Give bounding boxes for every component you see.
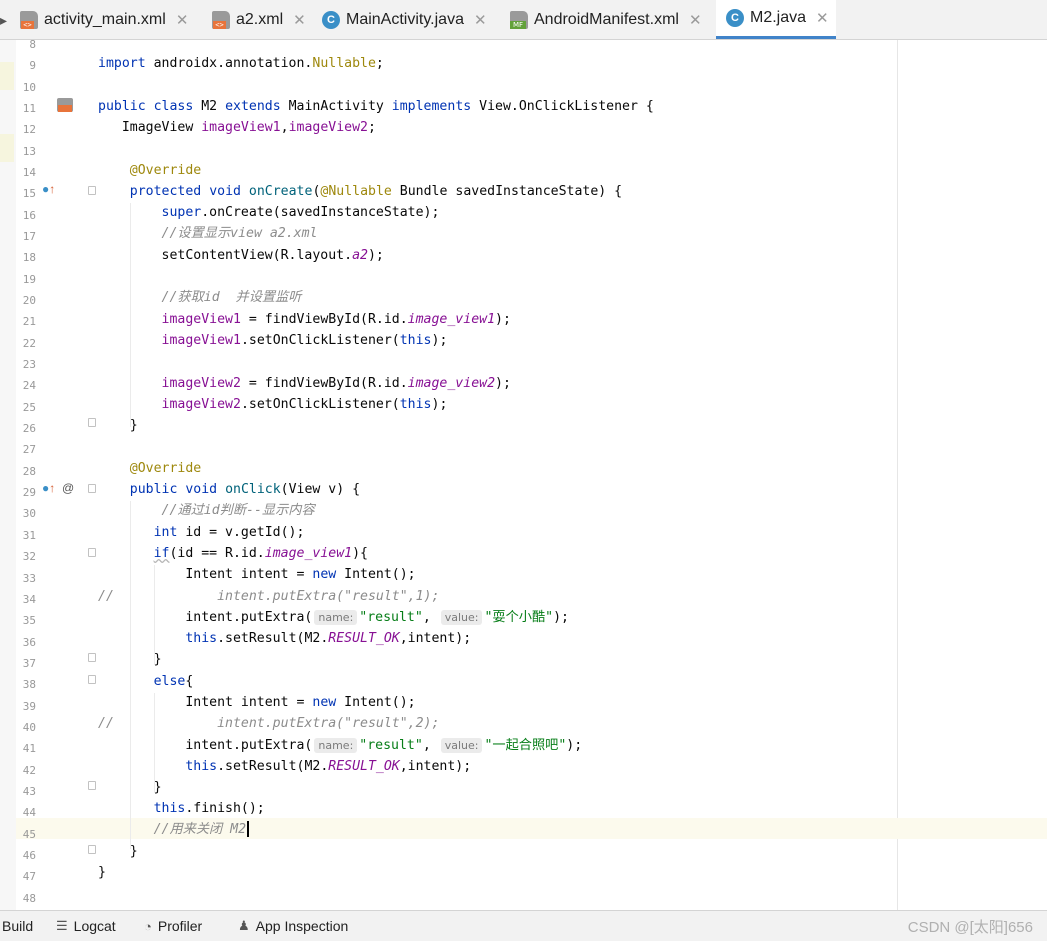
code-line-20: //获取id 并设置监听 xyxy=(0,287,1047,308)
code-line-37: } xyxy=(0,649,1047,670)
code-line-36: this.setResult(M2.RESULT_OK,intent); xyxy=(0,628,1047,649)
parameter-hint: value: xyxy=(441,610,483,625)
profiler-tool-button[interactable]: ◔ Profiler xyxy=(144,918,202,934)
tab-androidmanifest-xml[interactable]: AndroidManifest.xml ✕ xyxy=(510,0,702,39)
tab-label: activity_main.xml xyxy=(44,11,166,29)
code-line-14: @Override xyxy=(0,160,1047,181)
text-cursor xyxy=(247,821,249,837)
line-number: 23 xyxy=(16,354,36,375)
editor-tab-bar: ▸ activity_main.xml ✕ a2.xml ✕ MainActiv… xyxy=(0,0,1047,40)
close-icon[interactable]: ✕ xyxy=(689,11,702,29)
xml-file-icon xyxy=(20,11,38,29)
code-line-34: // intent.putExtra("result",1); xyxy=(0,586,1047,607)
watermark: CSDN @[太阳]656 xyxy=(908,916,1033,937)
code-line-25: imageView2.setOnClickListener(this); xyxy=(0,394,1047,415)
tab-label: MainActivity.java xyxy=(346,11,464,29)
parameter-hint: name: xyxy=(314,610,357,625)
code-line-42: this.setResult(M2.RESULT_OK,intent); xyxy=(0,756,1047,777)
code-editor[interactable]: ●↑ ●↑ @ 8 9 10 11 12 13 14 15 16 17 18 19 20 21 22 23 24… xyxy=(0,40,1047,910)
code-line-41: intent.putExtra(name: "result", value: "一起… xyxy=(0,735,1047,756)
code-line-12: ImageView imageView1,imageView2; xyxy=(0,117,1047,138)
code-line-17: //设置显示view a2.xml xyxy=(0,223,1047,244)
code-line-33: Intent intent = new Intent(); xyxy=(0,564,1047,585)
logcat-label: Logcat xyxy=(74,918,116,934)
tab-activity-main-xml[interactable]: activity_main.xml ✕ xyxy=(20,0,188,39)
code-line-35: intent.putExtra(name: "result", value: "耍个… xyxy=(0,607,1047,628)
code-line-29: public void onClick(View v) { xyxy=(0,479,1047,500)
code-line-11: public class M2 extends MainActivity imp… xyxy=(0,96,1047,117)
code-line-38: else{ xyxy=(0,671,1047,692)
close-icon[interactable]: ✕ xyxy=(474,11,487,29)
tab-mainactivity-java[interactable]: MainActivity.java ✕ xyxy=(322,0,487,39)
tool-window-bar: Build ☰ Logcat ◔ Profiler ♟ App Inspecti… xyxy=(0,910,1047,941)
logcat-icon: ☰ xyxy=(56,918,68,934)
tab-m2-java[interactable]: M2.java ✕ xyxy=(716,0,836,39)
close-icon[interactable]: ✕ xyxy=(293,11,306,29)
close-icon[interactable]: ✕ xyxy=(816,9,829,27)
manifest-file-icon xyxy=(510,11,528,29)
logcat-tool-button[interactable]: ☰ Logcat xyxy=(56,918,116,934)
code-line-28: @Override xyxy=(0,458,1047,479)
code-line-26: } xyxy=(0,415,1047,436)
tab-label: a2.xml xyxy=(236,11,283,29)
profiler-label: Profiler xyxy=(158,918,202,934)
app-inspection-tool-button[interactable]: ♟ App Inspection xyxy=(238,918,348,934)
code-line-39: Intent intent = new Intent(); xyxy=(0,692,1047,713)
line-number: 10 xyxy=(16,77,36,98)
profiler-icon: ◔ xyxy=(144,919,152,934)
line-number: 48 xyxy=(16,888,36,909)
code-line-46: } xyxy=(0,841,1047,862)
tab-scroll-left-icon[interactable]: ▸ xyxy=(0,12,7,29)
code-line-24: imageView2 = findViewById(R.id.image_vie… xyxy=(0,373,1047,394)
java-class-icon xyxy=(726,9,744,27)
app-inspection-label: App Inspection xyxy=(256,918,349,934)
code-line-44: this.finish(); xyxy=(0,798,1047,819)
line-number: 8 xyxy=(16,34,36,55)
tab-label: M2.java xyxy=(750,9,806,27)
code-line-31: int id = v.getId(); xyxy=(0,522,1047,543)
line-number: 13 xyxy=(16,141,36,162)
close-icon[interactable]: ✕ xyxy=(176,11,189,29)
java-class-icon xyxy=(322,11,340,29)
parameter-hint: name: xyxy=(314,738,357,753)
parameter-hint: value: xyxy=(441,738,483,753)
code-line-45: //用来关闭 M2 xyxy=(0,819,1047,840)
code-line-18: setContentView(R.layout.a2); xyxy=(0,245,1047,266)
code-line-9: import androidx.annotation.Nullable; xyxy=(0,53,1047,74)
build-tool-button[interactable]: Build xyxy=(2,918,33,934)
build-label: Build xyxy=(2,918,33,934)
xml-file-icon xyxy=(212,11,230,29)
code-line-16: super.onCreate(savedInstanceState); xyxy=(0,202,1047,223)
code-line-30: //通过id判断--显示内容 xyxy=(0,500,1047,521)
code-line-32: if(id == R.id.image_view1){ xyxy=(0,543,1047,564)
code-line-47: } xyxy=(0,862,1047,883)
tab-a2-xml[interactable]: a2.xml ✕ xyxy=(212,0,306,39)
app-inspection-icon: ♟ xyxy=(238,918,250,934)
code-line-15: protected void onCreate(@Nullable Bundle… xyxy=(0,181,1047,202)
code-line-21: imageView1 = findViewById(R.id.image_vie… xyxy=(0,309,1047,330)
code-line-22: imageView1.setOnClickListener(this); xyxy=(0,330,1047,351)
tab-label: AndroidManifest.xml xyxy=(534,11,679,29)
code-line-40: // intent.putExtra("result",2); xyxy=(0,713,1047,734)
code-line-43: } xyxy=(0,777,1047,798)
